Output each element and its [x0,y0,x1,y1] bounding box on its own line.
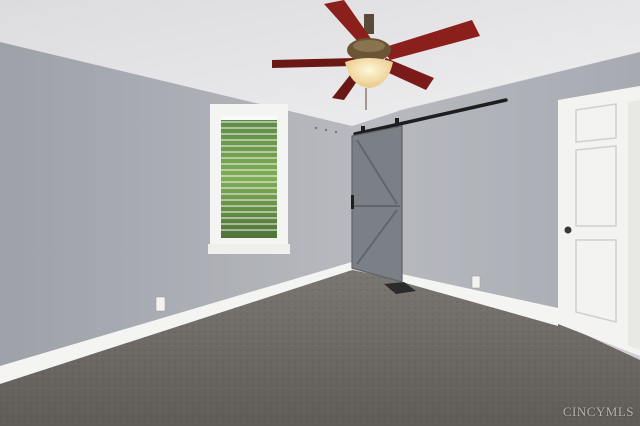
wall-outlet-back [471,275,481,289]
closet-door[interactable] [558,86,640,356]
listing-watermark: CINCYMLS [562,404,634,419]
barn-door-handle[interactable] [351,195,354,209]
wall-outlet-left [155,296,166,312]
room-illustration [0,0,640,426]
window [208,104,290,254]
bedroom-photo: CINCYMLS [0,0,640,426]
barn-door[interactable] [351,125,403,283]
door-knob[interactable] [564,226,572,234]
